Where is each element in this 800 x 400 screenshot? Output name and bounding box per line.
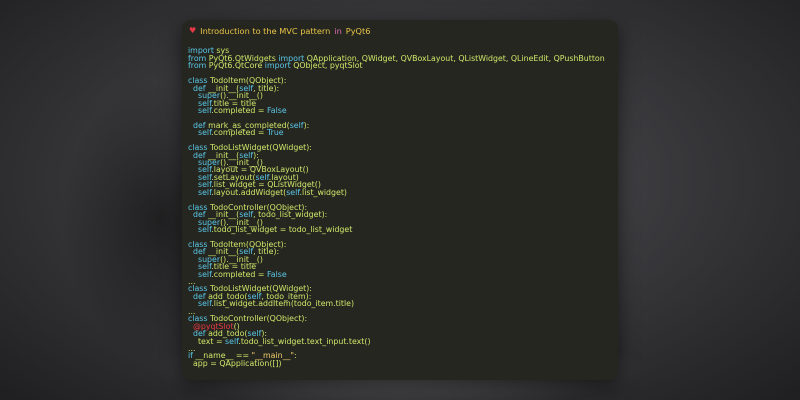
code-line: class TodoController(QObject): [188, 314, 308, 324]
code-line: self.layout.addWidget(self.list_widget) [197, 187, 347, 197]
heart-icon: ♥ [189, 26, 197, 35]
window-title: Introduction to the MVC pattern [200, 26, 331, 36]
code-window: ♥ Introduction to the MVC pattern in PyQ… [182, 20, 618, 380]
code-line: self.list_widget.addItem(todo_item.title… [197, 299, 355, 309]
window-title-bar: ♥ Introduction to the MVC pattern in PyQ… [189, 25, 370, 37]
window-title-in: in [334, 26, 342, 36]
code-line: self.completed = False [197, 105, 287, 115]
code-editor[interactable]: import sys from PyQt6.QtWidgets import QA… [188, 40, 614, 367]
code-line: self.completed = False [197, 269, 287, 279]
code-line: from PyQt6.QtCore import QObject, pyqtSl… [188, 61, 363, 71]
window-title-lib: PyQt6 [345, 26, 371, 36]
code-line: self.completed = True [197, 128, 284, 138]
code-line: text = self.todo_list_widget.text_input.… [197, 336, 371, 346]
code-line: self.todo_list_widget = todo_list_widget [197, 224, 353, 234]
code-line: app = QApplication([]) [193, 358, 282, 368]
